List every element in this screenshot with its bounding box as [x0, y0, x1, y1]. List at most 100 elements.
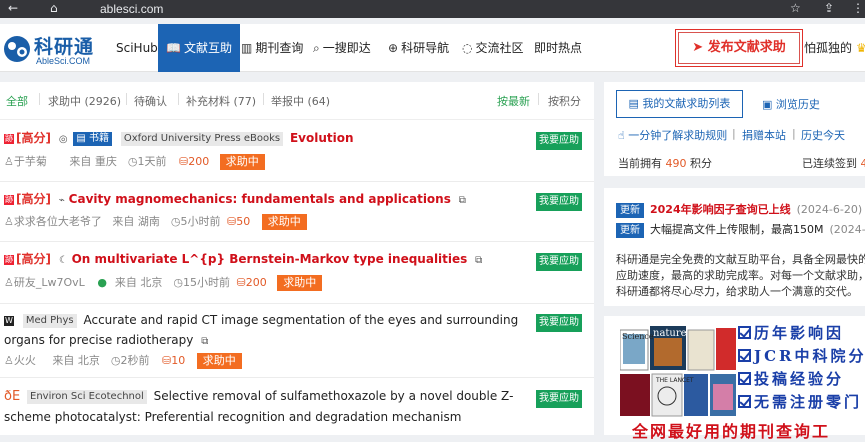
divider	[263, 93, 264, 105]
divider	[39, 93, 40, 105]
divider	[126, 93, 127, 105]
request-title-link[interactable]: Accurate and rapid CT image segmentation…	[4, 313, 518, 347]
help-button[interactable]: 我要应助	[536, 132, 582, 150]
points-prefix: 当前拥有	[618, 157, 662, 170]
request-item[interactable]: ðE Environ Sci Ecotechnol Selective remo…	[0, 378, 594, 435]
request-meta: ♙ 求求各位大老爷了 来自 湖南 ◷ 5小时前 ⛁ 50 求助中	[4, 213, 307, 230]
filter-seeking[interactable]: 求助中 (2926)	[48, 93, 121, 109]
help-button[interactable]: 我要应助	[536, 390, 582, 408]
user-icon: ♙	[4, 354, 14, 367]
user-menu[interactable]: 怕孤独的♛	[804, 24, 865, 72]
requester-name[interactable]: 于芋菊	[14, 153, 66, 169]
nav-scihub[interactable]: SciHub	[116, 24, 158, 72]
browser-menu-icon[interactable]: ⋮	[852, 1, 864, 15]
news-date: (2024-4-	[830, 223, 865, 236]
request-item[interactable]: 跡[高分] ☾ On multivariate L^{p} Bernstein-…	[0, 242, 594, 304]
history-icon: ▣	[762, 98, 776, 111]
open-access-icon: ◎	[59, 130, 68, 150]
help-button[interactable]: 我要应助	[536, 314, 582, 332]
checkin-value: 4	[861, 157, 865, 170]
requester-name[interactable]: 求求各位大老爷了	[14, 213, 109, 229]
copy-icon[interactable]: ⧉	[459, 191, 466, 211]
request-item[interactable]: 跡[高分] ⌁ Cavity magnomechanics: fundament…	[0, 182, 594, 242]
filter-reporting[interactable]: 举报中 (64)	[271, 93, 330, 109]
checkbox-icon	[738, 395, 751, 408]
copy-icon[interactable]: ⧉	[475, 251, 482, 271]
points-suffix: 积分	[690, 157, 712, 170]
nav-hot-topics[interactable]: 即时热点	[534, 24, 582, 72]
news-title[interactable]: 大幅提高文件上传限制，最高150M	[650, 223, 824, 236]
points-icon: ⛁	[179, 155, 188, 168]
clock-icon: ◷	[128, 155, 138, 168]
filter-supplement[interactable]: 补充材料 (77)	[186, 93, 256, 109]
update-badge: 更新	[616, 223, 644, 238]
status-badge: 求助中	[220, 154, 265, 170]
site-logo[interactable]: 科研通 AbleSci.COM	[2, 32, 97, 66]
request-title-link[interactable]: Cavity magnomechanics: fundamentals and …	[69, 192, 451, 206]
home-icon[interactable]: ⌂	[50, 1, 58, 15]
filter-all[interactable]: 全部	[6, 93, 28, 109]
extensions-icon[interactable]: ⇪	[824, 1, 834, 15]
news-title[interactable]: 2024年影响因子查询已上线	[650, 203, 791, 216]
divider: |	[792, 127, 796, 140]
rules-label: 一分钟了解求助规则	[628, 129, 727, 142]
sort-points[interactable]: 按积分	[548, 93, 581, 109]
request-item[interactable]: W Med Phys Accurate and rapid CT image s…	[0, 304, 594, 378]
request-points: 50	[236, 215, 258, 228]
back-icon[interactable]: ←	[8, 1, 18, 15]
bookmark-star-icon[interactable]: ☆	[790, 1, 801, 15]
nav-journal-query[interactable]: ▥期刊查询	[241, 24, 303, 72]
help-button[interactable]: 我要应助	[536, 253, 582, 271]
globe-icon: ⊕	[388, 24, 398, 72]
nav-quick-search[interactable]: ⌕一搜即达	[313, 24, 371, 72]
status-badge: 求助中	[197, 353, 242, 369]
nav-label: 即时热点	[534, 41, 582, 55]
nav-literature-help[interactable]: 📖文献互助	[158, 24, 240, 72]
copy-icon[interactable]: ⧉	[201, 332, 208, 352]
announcements-card: 更新 2024年影响因子查询已上线 (2024-6-20) 更新大幅提高文件上传限制…	[604, 188, 865, 306]
publish-label: 发布文献求助	[708, 40, 786, 55]
journal-logo-icon: ⌁	[59, 191, 65, 211]
filter-pending[interactable]: 待确认	[134, 93, 167, 109]
request-title-link[interactable]: Evolution	[290, 131, 354, 145]
checkin-streak: 已连续签到 4	[802, 155, 865, 171]
requester-name[interactable]: 研友_Lw7OvL	[14, 274, 94, 290]
username: 怕孤独的	[804, 41, 852, 55]
nav-label: 一搜即达	[323, 41, 371, 55]
history-today-link[interactable]: 历史今天	[801, 127, 845, 143]
logo-mark-icon	[2, 34, 32, 64]
help-button[interactable]: 我要应助	[536, 193, 582, 211]
request-item[interactable]: 跡[高分] ◎ ▤ 书籍 Oxford University Press eBo…	[0, 120, 594, 182]
user-icon: ♙	[4, 215, 14, 228]
news-item[interactable]: 更新大幅提高文件上传限制，最高150M (2024-4-	[616, 221, 865, 238]
site-intro: 科研通是完全免费的文献互助平台，具备全网最快的应助速度，最高的求助完成率。对每一…	[616, 252, 865, 300]
ad-feature-text: 投稿经验分	[754, 370, 844, 388]
my-requests-button[interactable]: ▤ 我的文献求助列表	[616, 90, 743, 118]
request-title-row: 跡[高分] ◎ ▤ 书籍 Oxford University Press eBo…	[4, 128, 529, 150]
rules-link[interactable]: ☝ 一分钟了解求助规则	[618, 127, 727, 143]
requester-name[interactable]: 火火	[14, 352, 49, 368]
journal-query-ad[interactable]: Science nature THE LANCET 历年影响因 JCR中科院分 …	[604, 316, 865, 435]
open-book-icon: 📖	[166, 24, 181, 72]
ad-feature-text: 历年影响因	[754, 324, 844, 342]
browse-history-link[interactable]: ▣ 浏览历史	[762, 96, 820, 112]
my-account-card: ▤ 我的文献求助列表 ▣ 浏览历史 ☝ 一分钟了解求助规则 | 捐赠本站 | 历…	[604, 82, 865, 176]
search-icon: ⌕	[313, 24, 320, 72]
donate-link[interactable]: 捐赠本站	[742, 127, 786, 143]
request-title-link[interactable]: On multivariate L^{p} Bernstein-Markov t…	[72, 252, 468, 266]
cover-label-science: Science	[622, 332, 654, 341]
sort-newest[interactable]: 按最新	[497, 93, 530, 109]
ad-feature: 历年影响因	[738, 322, 865, 345]
nav-community[interactable]: ◌交流社区	[462, 24, 524, 72]
publish-request-button[interactable]: ➤ 发布文献求助	[678, 32, 800, 64]
book-label: 书籍	[89, 133, 109, 144]
request-time: 5小时前	[180, 213, 223, 229]
news-item[interactable]: 更新2024年影响因子查询已上线(2024-6-20)	[616, 201, 862, 218]
clock-icon: ◷	[111, 354, 121, 367]
request-origin: 来自 湖南	[112, 213, 167, 229]
news-date: (2024-6-20)	[797, 203, 863, 216]
address-bar[interactable]: ablesci.com	[100, 2, 163, 16]
nav-research-navigation[interactable]: ⊕科研导航	[388, 24, 449, 72]
points-icon: ⛁	[162, 354, 171, 367]
cover-label-lancet: THE LANCET	[656, 377, 694, 384]
